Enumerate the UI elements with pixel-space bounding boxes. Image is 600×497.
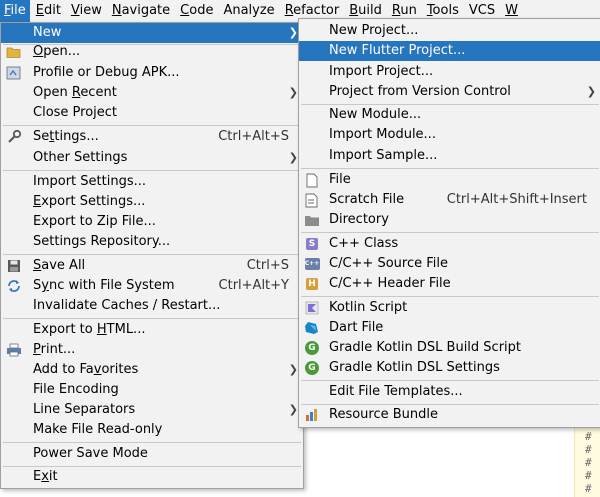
menu-separator <box>301 168 599 169</box>
new-gradle-settings-item[interactable]: G Gradle Kotlin DSL Settings <box>299 358 600 378</box>
file-export-zip-item[interactable]: Export to Zip File... <box>1 212 303 232</box>
save-icon <box>6 258 22 274</box>
new-submenu: New Project... New Flutter Project... Im… <box>298 18 600 428</box>
file-read-only-item[interactable]: Make File Read-only <box>1 420 303 440</box>
cpp-header-icon: H <box>304 276 320 292</box>
menu-separator <box>301 380 599 381</box>
menu-code[interactable]: Code <box>176 0 217 22</box>
menu-file[interactable]: File <box>0 0 30 22</box>
editor-comment-mark: # <box>585 456 592 469</box>
file-other-settings-item[interactable]: Other Settings ❯ <box>1 148 303 168</box>
new-dart-file-item[interactable]: Dart File <box>299 318 600 338</box>
menu-analyze[interactable]: Analyze <box>219 0 278 22</box>
file-open-recent-item[interactable]: Open Recent ❯ <box>1 83 303 103</box>
new-gradle-build-script-item[interactable]: G Gradle Kotlin DSL Build Script <box>299 338 600 358</box>
gradle-icon: G <box>304 340 320 356</box>
new-cpp-source-item[interactable]: C++ C/C++ Source File <box>299 254 600 274</box>
file-export-settings-item[interactable]: Export Settings... <box>1 192 303 212</box>
menu-separator <box>3 170 301 171</box>
printer-icon <box>6 342 22 358</box>
file-import-settings-item[interactable]: Import Settings... <box>1 172 303 192</box>
sync-icon <box>6 278 22 294</box>
new-project-item[interactable]: New Project... <box>299 21 600 41</box>
submenu-arrow-icon: ❯ <box>288 86 298 99</box>
new-file-item[interactable]: File <box>299 170 600 190</box>
wrench-icon <box>6 129 22 145</box>
file-profile-apk-item[interactable]: Profile or Debug APK... <box>1 63 303 83</box>
new-cpp-header-item[interactable]: H C/C++ Header File <box>299 274 600 294</box>
new-flutter-project-item[interactable]: New Flutter Project... <box>299 41 600 61</box>
import-project-item[interactable]: Import Project... <box>299 62 600 82</box>
file-close-project-item[interactable]: Close Project <box>1 103 303 123</box>
gradle-icon: G <box>304 360 320 376</box>
submenu-arrow-icon: ❯ <box>288 363 298 376</box>
editor-comment-mark: # <box>585 430 592 443</box>
menu-separator <box>3 254 301 255</box>
file-encoding-item[interactable]: File Encoding <box>1 380 303 400</box>
file-export-html-item[interactable]: Export to HTML... <box>1 320 303 340</box>
new-kotlin-script-item[interactable]: Kotlin Script <box>299 298 600 318</box>
cpp-class-icon: S <box>304 236 320 252</box>
new-module-item[interactable]: New Module... <box>299 105 600 125</box>
file-settings-repository-item[interactable]: Settings Repository... <box>1 232 303 252</box>
file-sync-item[interactable]: Sync with File System Ctrl+Alt+Y <box>1 276 303 296</box>
menu-edit[interactable]: Edit <box>32 0 65 22</box>
menu-separator <box>301 232 599 233</box>
submenu-arrow-icon: ❯ <box>288 151 298 164</box>
new-cpp-class-item[interactable]: S C++ Class <box>299 234 600 254</box>
scratch-file-icon <box>304 192 320 208</box>
file-save-all-item[interactable]: Save All Ctrl+S <box>1 256 303 276</box>
file-power-save-item[interactable]: Power Save Mode <box>1 444 303 464</box>
project-from-vcs-item[interactable]: Project from Version Control ❯ <box>299 82 600 102</box>
menu-view[interactable]: View <box>67 0 106 22</box>
import-module-item[interactable]: Import Module... <box>299 125 600 145</box>
kotlin-icon <box>304 300 320 316</box>
file-line-separators-item[interactable]: Line Separators ❯ <box>1 400 303 420</box>
edit-file-templates-item[interactable]: Edit File Templates... <box>299 382 600 402</box>
editor-comment-mark: # <box>585 482 592 495</box>
submenu-arrow-icon: ❯ <box>288 403 298 416</box>
file-settings-item[interactable]: Settings... Ctrl+Alt+S <box>1 127 303 147</box>
import-sample-item[interactable]: Import Sample... <box>299 146 600 166</box>
file-print-item[interactable]: Print... <box>1 340 303 360</box>
apk-icon <box>6 65 22 81</box>
menu-separator <box>3 442 301 443</box>
submenu-arrow-icon: ❯ <box>288 26 298 39</box>
menu-navigate[interactable]: Navigate <box>108 0 174 22</box>
file-exit-item[interactable]: Exit <box>1 467 303 487</box>
editor-comment-mark: # <box>585 469 592 482</box>
new-scratch-file-item[interactable]: Scratch File Ctrl+Alt+Shift+Insert <box>299 190 600 210</box>
file-icon <box>304 172 320 188</box>
cpp-source-icon: C++ <box>304 256 320 272</box>
resource-bundle-icon <box>304 407 320 423</box>
submenu-arrow-icon: ❯ <box>586 85 596 98</box>
file-new-item[interactable]: New ❯ <box>1 23 303 43</box>
folder-icon <box>304 212 320 228</box>
editor-comment-mark: # <box>585 443 592 456</box>
new-resource-bundle-item[interactable]: Resource Bundle <box>299 405 600 425</box>
new-directory-item[interactable]: Directory <box>299 210 600 230</box>
menu-separator <box>301 296 599 297</box>
file-add-favorites-item[interactable]: Add to Favorites ❯ <box>1 360 303 380</box>
folder-icon <box>6 44 22 60</box>
menu-separator <box>3 318 301 319</box>
dart-icon <box>304 320 320 336</box>
menu-separator <box>3 125 301 126</box>
file-invalidate-caches-item[interactable]: Invalidate Caches / Restart... <box>1 296 303 316</box>
file-menu: New ❯ Open... Profile or Debug APK... Op… <box>0 22 304 489</box>
file-open-item[interactable]: Open... <box>1 42 303 62</box>
